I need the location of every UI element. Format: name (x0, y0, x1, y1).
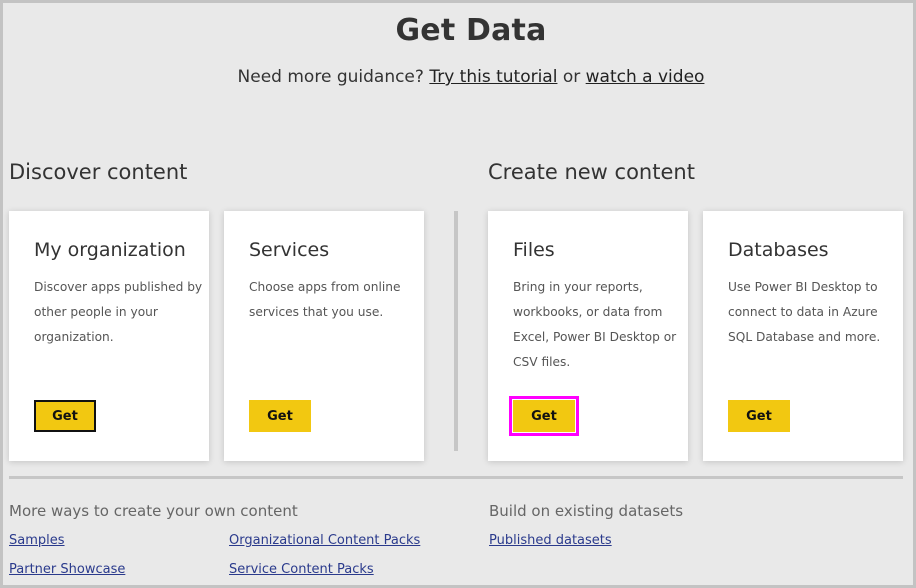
samples-link[interactable]: Samples (9, 533, 65, 548)
card-services: Services Choose apps from online service… (224, 211, 424, 461)
card-description: Choose apps from online services that yo… (249, 280, 401, 319)
card-title: Databases (728, 239, 829, 261)
card-description: Bring in your reports, workbooks, or dat… (513, 280, 677, 369)
section-divider-horizontal (9, 476, 903, 479)
partner-showcase-link[interactable]: Partner Showcase (9, 562, 125, 577)
existing-datasets-heading: Build on existing datasets (489, 502, 684, 520)
published-datasets-link[interactable]: Published datasets (489, 533, 612, 548)
highlight-box: Get (509, 396, 579, 436)
card-my-organization: My organization Discover apps published … (9, 211, 209, 461)
more-ways-heading: More ways to create your own content (9, 502, 298, 520)
guidance-or: or (562, 67, 581, 87)
create-content-heading: Create new content (488, 160, 695, 184)
card-description: Use Power BI Desktop to connect to data … (728, 280, 881, 344)
get-data-page: Get Data Need more guidance? Try this tu… (3, 3, 913, 585)
tutorial-link[interactable]: Try this tutorial (429, 67, 557, 87)
card-files: Files Bring in your reports, workbooks, … (488, 211, 688, 461)
card-title: My organization (34, 239, 186, 261)
service-content-packs-link[interactable]: Service Content Packs (229, 562, 374, 577)
card-title: Files (513, 239, 555, 261)
page-title: Get Data (395, 13, 547, 48)
card-description: Discover apps published by other people … (34, 280, 203, 344)
video-link[interactable]: watch a video (586, 67, 705, 87)
card-databases: Databases Use Power BI Desktop to connec… (703, 211, 903, 461)
get-databases-button[interactable]: Get (728, 400, 790, 432)
get-services-button[interactable]: Get (249, 400, 311, 432)
section-divider-vertical (454, 211, 458, 451)
get-files-button[interactable]: Get (513, 400, 575, 432)
organizational-content-packs-link[interactable]: Organizational Content Packs (229, 533, 420, 548)
card-title: Services (249, 239, 330, 261)
guidance-prefix: Need more guidance? (237, 67, 424, 87)
discover-content-heading: Discover content (9, 160, 188, 184)
get-my-organization-button[interactable]: Get (34, 400, 96, 432)
guidance-text: Need more guidance? Try this tutorial or… (3, 67, 916, 87)
